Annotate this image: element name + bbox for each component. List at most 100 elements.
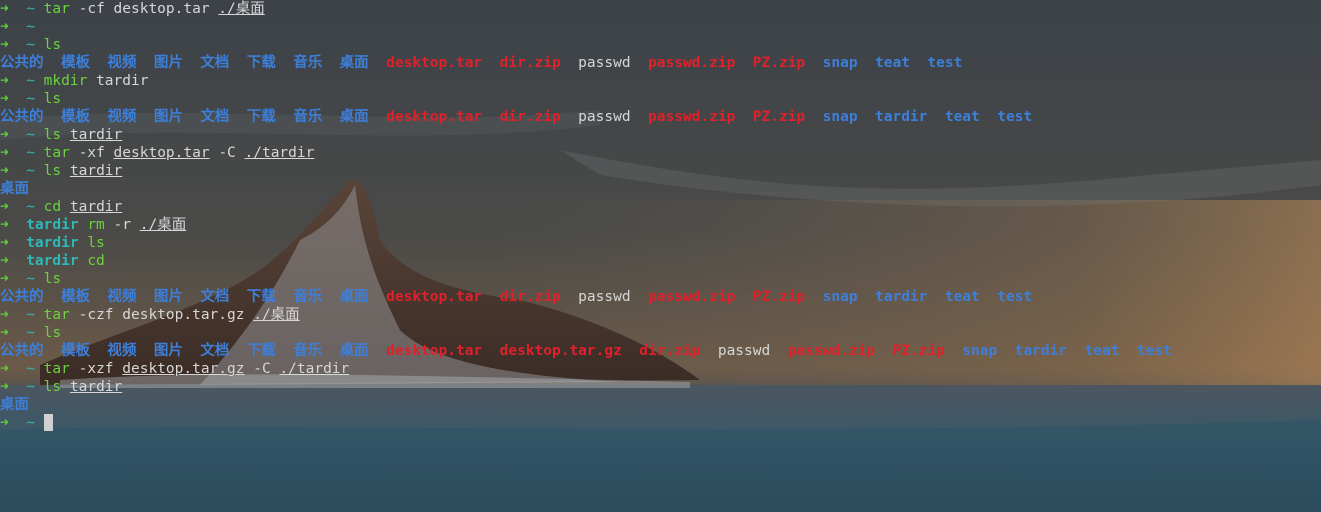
directory-entry: 下载 bbox=[246, 55, 276, 71]
prompt-line: ➜ ~ mkdir tardir bbox=[0, 72, 1321, 90]
archive-file-entry: desktop.tar bbox=[386, 343, 483, 359]
archive-file-entry: desktop.tar bbox=[386, 55, 483, 71]
command-name: ls bbox=[43, 127, 62, 143]
prompt-arrow-icon: ➜ bbox=[0, 127, 9, 143]
command-arg: -xzf bbox=[78, 361, 114, 377]
archive-file-entry: PZ.zip bbox=[752, 55, 806, 71]
directory-entry: 图片 bbox=[153, 55, 183, 71]
prompt-line: ➜ ~ ls tardir bbox=[0, 126, 1321, 144]
command-name: tar bbox=[43, 361, 70, 377]
file-entry: passwd bbox=[717, 343, 771, 359]
command-path-arg: desktop.tar.gz bbox=[122, 361, 245, 377]
command-arg: -cf desktop.tar bbox=[78, 1, 210, 17]
prompt-line: ➜ ~ ls bbox=[0, 324, 1321, 342]
archive-file-entry: dir.zip bbox=[639, 343, 701, 359]
prompt-arrow-icon: ➜ bbox=[0, 307, 9, 323]
directory-entry: 公共的 bbox=[0, 289, 44, 305]
command-path-arg: ./tardir bbox=[279, 361, 350, 377]
prompt-cwd: tardir bbox=[26, 217, 79, 233]
command-name: ls bbox=[43, 163, 62, 179]
command-path-arg: ./桌面 bbox=[218, 1, 265, 17]
prompt-cwd: ~ bbox=[26, 163, 35, 179]
directory-entry: snap bbox=[822, 289, 858, 305]
directory-entry: 公共的 bbox=[0, 55, 44, 71]
prompt-arrow-icon: ➜ bbox=[0, 217, 9, 233]
prompt-cwd: ~ bbox=[26, 37, 35, 53]
command-arg: -C bbox=[218, 145, 236, 161]
file-entry: passwd bbox=[578, 289, 631, 305]
archive-file-entry: PZ.zip bbox=[752, 109, 806, 125]
directory-entry: 文档 bbox=[200, 109, 230, 125]
prompt-arrow-icon: ➜ bbox=[0, 379, 9, 395]
prompt-line: ➜ ~ bbox=[0, 18, 1321, 36]
prompt-line: ➜ ~ cd tardir bbox=[0, 198, 1321, 216]
prompt-cwd: ~ bbox=[26, 199, 35, 215]
command-name: cd bbox=[43, 199, 62, 215]
directory-entry: 桌面 bbox=[339, 55, 369, 71]
command-path-arg: ./tardir bbox=[244, 145, 315, 161]
prompt-line: ➜ ~ ls bbox=[0, 36, 1321, 54]
command-name: mkdir bbox=[43, 73, 88, 89]
command-name: ls bbox=[43, 271, 62, 287]
directory-entry: 下载 bbox=[246, 109, 276, 125]
command-path-arg: tardir bbox=[69, 199, 123, 215]
text-cursor[interactable] bbox=[43, 414, 53, 431]
directory-entry: 桌面 bbox=[0, 397, 29, 413]
prompt-line: ➜ tardir cd bbox=[0, 252, 1321, 270]
prompt-line: ➜ ~ tar -xf desktop.tar -C ./tardir bbox=[0, 144, 1321, 162]
ls-output-line: 桌面 bbox=[0, 396, 1321, 414]
directory-entry: snap bbox=[822, 55, 858, 71]
prompt-cwd: ~ bbox=[26, 1, 35, 17]
archive-file-entry: PZ.zip bbox=[752, 289, 806, 305]
command-arg: -xf bbox=[78, 145, 105, 161]
prompt-line: ➜ tardir ls bbox=[0, 234, 1321, 252]
terminal-window[interactable]: ➜ ~ tar -cf desktop.tar ./桌面 ➜ ~ ➜ ~ ls 公共的… bbox=[0, 0, 1321, 512]
directory-entry: 桌面 bbox=[0, 181, 29, 197]
prompt-arrow-icon: ➜ bbox=[0, 91, 9, 107]
command-name: ls bbox=[43, 91, 62, 107]
prompt-cwd: ~ bbox=[26, 379, 35, 395]
directory-entry: 文档 bbox=[200, 343, 230, 359]
archive-file-entry: passwd.zip bbox=[787, 343, 875, 359]
archive-file-entry: passwd.zip bbox=[648, 109, 736, 125]
ls-output-line: 桌面 bbox=[0, 180, 1321, 198]
directory-entry: 图片 bbox=[153, 289, 183, 305]
directory-entry: 公共的 bbox=[0, 343, 44, 359]
prompt-cwd: ~ bbox=[26, 307, 35, 323]
archive-file-entry: dir.zip bbox=[499, 109, 561, 125]
prompt-cwd: ~ bbox=[26, 325, 35, 341]
command-path-arg: tardir bbox=[69, 379, 123, 395]
command-arg: -czf desktop.tar.gz bbox=[78, 307, 245, 323]
directory-entry: 音乐 bbox=[293, 289, 323, 305]
prompt-arrow-icon: ➜ bbox=[0, 361, 9, 377]
directory-entry: 音乐 bbox=[293, 343, 323, 359]
prompt-arrow-icon: ➜ bbox=[0, 145, 9, 161]
directory-entry: teat bbox=[944, 289, 980, 305]
directory-entry: 视频 bbox=[107, 109, 137, 125]
directory-entry: teat bbox=[1084, 343, 1120, 359]
directory-entry: 模板 bbox=[60, 343, 90, 359]
directory-entry: 下载 bbox=[246, 289, 276, 305]
prompt-cwd: ~ bbox=[26, 91, 35, 107]
archive-file-entry: PZ.zip bbox=[892, 343, 945, 359]
directory-entry: 模板 bbox=[60, 55, 90, 71]
prompt-arrow-icon: ➜ bbox=[0, 253, 9, 269]
archive-file-entry: passwd.zip bbox=[648, 289, 736, 305]
directory-entry: tardir bbox=[875, 289, 928, 305]
directory-entry: snap bbox=[962, 343, 998, 359]
prompt-cwd: ~ bbox=[26, 271, 35, 287]
archive-file-entry: dir.zip bbox=[499, 289, 561, 305]
command-path-arg: tardir bbox=[69, 127, 123, 143]
prompt-cwd: tardir bbox=[26, 253, 79, 269]
directory-entry: tardir bbox=[875, 109, 928, 125]
directory-entry: test bbox=[997, 289, 1033, 305]
directory-entry: 图片 bbox=[153, 109, 183, 125]
directory-entry: 桌面 bbox=[339, 109, 369, 125]
directory-entry: 视频 bbox=[107, 289, 137, 305]
directory-entry: 视频 bbox=[107, 343, 137, 359]
directory-entry: 视频 bbox=[107, 55, 137, 71]
prompt-line: ➜ ~ ls bbox=[0, 90, 1321, 108]
command-name: tar bbox=[43, 145, 70, 161]
prompt-arrow-icon: ➜ bbox=[0, 271, 9, 287]
prompt-arrow-icon: ➜ bbox=[0, 37, 9, 53]
